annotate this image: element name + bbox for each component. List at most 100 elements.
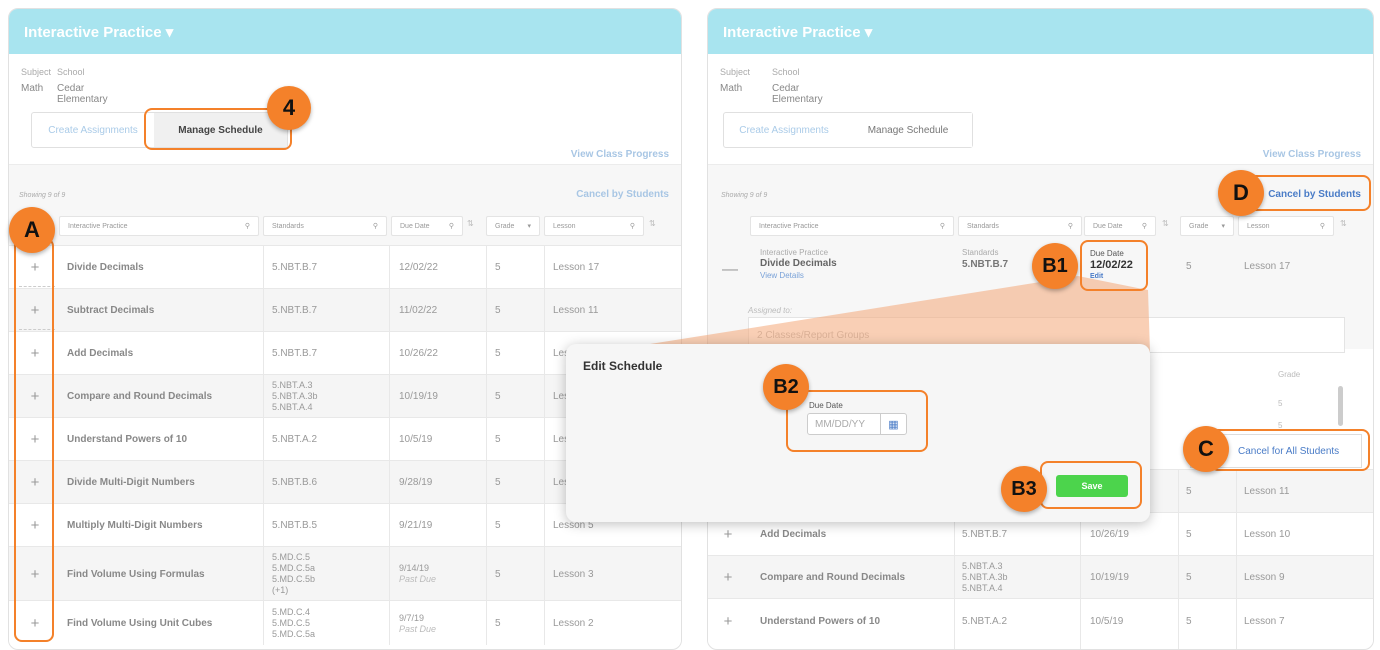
row-grade: 5: [495, 348, 501, 359]
panel-title: Interactive Practice: [24, 24, 162, 41]
column-divider: [1236, 469, 1237, 649]
row-standards: 5.NBT.A.2: [272, 434, 318, 445]
callout-4: 4: [267, 86, 311, 130]
highlight-save: [1040, 461, 1142, 509]
search-icon: ⚲: [244, 223, 250, 230]
filter-standards[interactable]: Standards ⚲: [958, 216, 1082, 236]
row-due-date: 12/02/22: [399, 262, 438, 273]
column-divider: [389, 245, 390, 645]
grade-value: 5: [1278, 399, 1283, 408]
highlight-cancel-all: [1210, 429, 1370, 471]
table-row[interactable]: + Compare and Round Decimals 5.NBT.A.3 5.…: [708, 555, 1373, 599]
standard: 5.MD.C.5b: [272, 574, 316, 584]
filter-practice[interactable]: Interactive Practice ⚲: [750, 216, 954, 236]
standard: 5.NBT.A.3: [962, 561, 1003, 571]
row-standards: 5.NBT.A.3 5.NBT.A.3b 5.NBT.A.4: [272, 380, 318, 413]
search-icon: ⚲: [939, 223, 945, 230]
standard: 5.NBT.A.3: [272, 380, 313, 390]
sort-icon[interactable]: ⇅: [467, 219, 474, 228]
cancel-by-students-link[interactable]: Cancel by Students: [576, 189, 669, 200]
assigned-to-label: Assigned to:: [748, 306, 793, 315]
left-panel: Interactive Practice ▾ Subject Math Schoo…: [8, 8, 682, 650]
row-grade: 5: [495, 434, 501, 445]
tab-create-assignments[interactable]: Create Assignments: [724, 113, 844, 147]
filter-due-date[interactable]: Due Date ⚲: [391, 216, 463, 236]
school-value: Cedar Elementary: [57, 83, 108, 105]
panel-title: Interactive Practice: [723, 24, 861, 41]
table-row[interactable]: + Find Volume Using Formulas 5.MD.C.5 5.M…: [9, 546, 681, 601]
minus-icon[interactable]: —: [722, 261, 738, 279]
filter-grade-label: Grade: [1189, 222, 1209, 230]
subject-label: Subject: [720, 67, 751, 77]
filter-practice[interactable]: Interactive Practice ⚲: [59, 216, 259, 236]
plus-icon[interactable]: +: [716, 599, 740, 644]
due-date: 9/7/19: [399, 612, 425, 623]
panel-header[interactable]: Interactive Practice ▾: [9, 9, 681, 54]
subject-value: Math: [720, 83, 743, 94]
row-due-date: 9/28/19: [399, 477, 433, 488]
sort-icon[interactable]: ⇅: [649, 219, 656, 228]
view-class-progress-link[interactable]: View Class Progress: [571, 149, 669, 160]
standard: 5.NBT.A.4: [962, 583, 1003, 593]
tab-create-assignments[interactable]: Create Assignments: [32, 113, 154, 147]
filter-practice-label: Interactive Practice: [68, 222, 128, 230]
scrollbar[interactable]: [1338, 386, 1343, 426]
row-standards: 5.NBT.B.7: [272, 305, 318, 316]
column-divider: [263, 245, 264, 645]
row-name: Compare and Round Decimals: [760, 572, 906, 583]
highlight-expand-column: [14, 238, 54, 642]
row-due-date: 9/7/19 Past Due: [399, 613, 436, 635]
row-lesson: Lesson 17: [1244, 261, 1291, 272]
filter-due-date[interactable]: Due Date ⚲: [1084, 216, 1156, 236]
callout-b1: B1: [1032, 243, 1078, 289]
plus-icon[interactable]: +: [716, 556, 740, 599]
table-row[interactable]: + Understand Powers of 10 5.NBT.A.2 10/5…: [708, 598, 1373, 644]
row-due-date: 10/5/19: [399, 434, 433, 445]
filter-lesson[interactable]: Lesson ⚲: [1238, 216, 1334, 236]
tab-manage-schedule[interactable]: Manage Schedule: [844, 113, 972, 147]
row-grade: 5: [1186, 529, 1192, 540]
panel-header[interactable]: Interactive Practice ▾: [708, 9, 1373, 54]
showing-count: Showing 9 of 9: [19, 192, 66, 199]
highlight-due-date-input: [786, 390, 928, 452]
filter-grade-label: Grade: [495, 222, 515, 230]
chevron-down-icon: ▾: [1221, 223, 1225, 230]
standard-more[interactable]: (+1): [272, 585, 315, 596]
grade-header: Grade: [1278, 370, 1301, 379]
table-row[interactable]: + Divide Decimals 5.NBT.B.7 12/02/22 5 L…: [9, 245, 681, 289]
row-standards: 5.NBT.B.7: [272, 262, 318, 273]
search-icon: ⚲: [1141, 223, 1147, 230]
row-lesson: Lesson 11: [1244, 486, 1290, 497]
past-due-note: Past Due: [399, 574, 437, 584]
view-details-link[interactable]: View Details: [760, 271, 804, 280]
row-lesson: Lesson 10: [1244, 529, 1291, 540]
table-row[interactable]: + Subtract Decimals 5.NBT.B.7 11/02/22 5…: [9, 288, 681, 332]
column-divider: [486, 245, 487, 645]
filter-grade[interactable]: Grade ▾: [486, 216, 540, 236]
row-grade: 5: [1186, 486, 1192, 497]
row-name: Understand Powers of 10: [760, 616, 881, 627]
row-grade: 5: [495, 477, 501, 488]
row-grade: 5: [495, 262, 501, 273]
standards-label: Standards: [962, 248, 999, 257]
chevron-down-icon: ▾: [527, 223, 531, 230]
row-standards: 5.NBT.B.5: [272, 520, 318, 531]
row-standards: 5.NBT.B.7: [962, 259, 1009, 270]
filter-standards-label: Standards: [272, 222, 304, 230]
row-lesson: Lesson 11: [553, 305, 599, 316]
table-row[interactable]: + Find Volume Using Unit Cubes 5.MD.C.4 5…: [9, 600, 681, 646]
standard: 5.MD.C.5: [272, 552, 311, 562]
row-name: Understand Powers of 10: [67, 434, 188, 445]
showing-count: Showing 9 of 9: [721, 192, 768, 199]
filter-grade[interactable]: Grade ▾: [1180, 216, 1234, 236]
view-class-progress-link[interactable]: View Class Progress: [1263, 149, 1361, 160]
filter-standards[interactable]: Standards ⚲: [263, 216, 387, 236]
sort-icon[interactable]: ⇅: [1340, 219, 1347, 228]
filter-lesson-label: Lesson: [1247, 222, 1270, 230]
filter-lesson[interactable]: Lesson ⚲: [544, 216, 644, 236]
sort-icon[interactable]: ⇅: [1162, 219, 1169, 228]
standard: 5.MD.C.4: [272, 607, 311, 617]
row-standards: 5.NBT.B.7: [272, 348, 318, 359]
callout-a: A: [9, 207, 55, 253]
row-name: Add Decimals: [67, 348, 134, 359]
